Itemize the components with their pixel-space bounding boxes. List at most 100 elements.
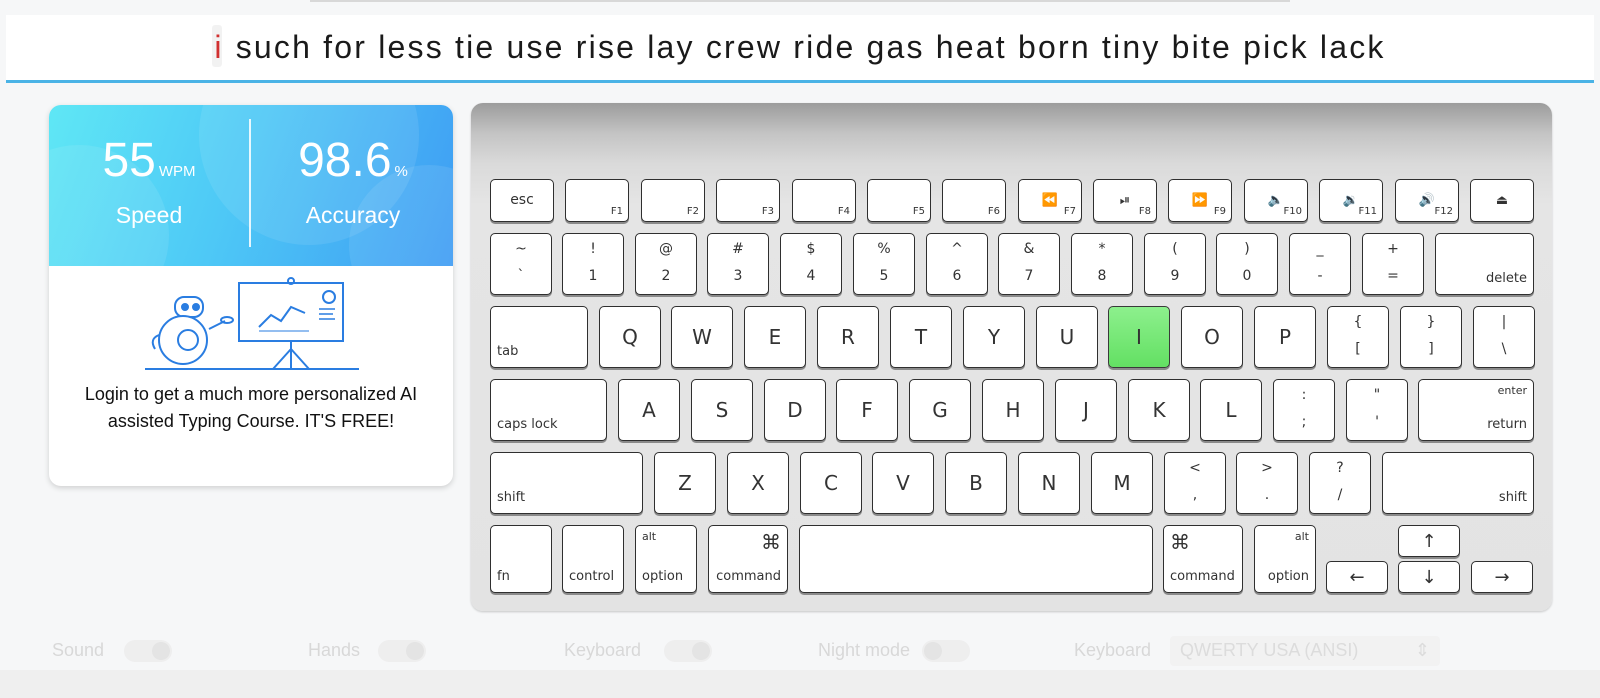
key-option[interactable]: option alt [635, 525, 697, 593]
hands-label: Hands [308, 640, 361, 660]
key-command[interactable]: command ⌘ [1163, 525, 1243, 593]
key-q[interactable]: Q [599, 306, 661, 368]
key-return[interactable]: return enter [1418, 379, 1534, 441]
key-v[interactable]: V [872, 452, 934, 514]
key-fn[interactable]: fn [490, 525, 552, 593]
speed-unit: WPM [158, 163, 196, 180]
key-base-label: , [1192, 487, 1198, 503]
key-c[interactable]: C [800, 452, 862, 514]
key-9[interactable]: (9 [1144, 233, 1206, 295]
key-base-label: \ [1501, 341, 1507, 357]
key-symbol[interactable]: ~ ` [490, 233, 552, 295]
key-t[interactable]: T [890, 306, 952, 368]
key-w[interactable]: W [671, 306, 733, 368]
key-tab[interactable]: tab [490, 306, 588, 368]
key-2[interactable]: @2 [635, 233, 697, 295]
key-shift-label: @ [659, 241, 673, 257]
key-caps-lock[interactable]: caps lock [490, 379, 607, 441]
key-icon: 🔈 [1267, 193, 1285, 208]
key-1[interactable]: ! 1 [562, 233, 624, 295]
typing-text-bar[interactable]: i such for less tie use rise lay crew ri… [6, 15, 1594, 83]
key-shift[interactable]: shift [490, 452, 643, 514]
key-f2[interactable]: F2 [641, 179, 705, 222]
key-s[interactable]: S [691, 379, 753, 441]
key-f5[interactable]: F5 [867, 179, 931, 222]
key-f3[interactable]: F3 [716, 179, 780, 222]
key-f4[interactable]: F4 [792, 179, 856, 222]
key-i[interactable]: I [1108, 306, 1170, 368]
key-symbol[interactable]: " ' [1346, 379, 1408, 441]
key-base-label: 6 [952, 268, 962, 284]
key-z[interactable]: Z [654, 452, 716, 514]
key-label: caps lock [497, 417, 558, 432]
key-h[interactable]: H [982, 379, 1044, 441]
key-icon: ⏪ [1041, 193, 1059, 208]
key-7[interactable]: & 7 [998, 233, 1060, 295]
key-control[interactable]: control [562, 525, 624, 593]
key-k[interactable]: K [1128, 379, 1190, 441]
key-label: O [1204, 325, 1220, 349]
night-mode-toggle[interactable] [922, 640, 970, 662]
key-shift-label: _ [1316, 241, 1324, 257]
key-b[interactable]: B [945, 452, 1007, 514]
key-u[interactable]: U [1036, 306, 1098, 368]
key-option[interactable]: option alt [1254, 525, 1316, 593]
key-y[interactable]: Y [963, 306, 1025, 368]
key-f11[interactable]: F11 🔉 [1319, 179, 1383, 222]
key-symbol[interactable]: <, [1164, 452, 1226, 514]
key-symbol[interactable]: {[ [1327, 306, 1389, 368]
key-f8[interactable]: F8 ⏯ [1093, 179, 1157, 222]
key-0[interactable]: ) 0 [1216, 233, 1278, 295]
key-e[interactable]: E [744, 306, 806, 368]
keyboard-toggle[interactable] [664, 640, 712, 662]
key-8[interactable]: * 8 [1071, 233, 1133, 295]
key-n[interactable]: N [1018, 452, 1080, 514]
key-f7[interactable]: F7 ⏪ [1018, 179, 1082, 222]
key-f1[interactable]: F1 [565, 179, 629, 222]
key-symbol[interactable]: _ - [1289, 233, 1351, 295]
key-g[interactable]: G [909, 379, 971, 441]
key-5[interactable]: % 5 [853, 233, 915, 295]
key-shift-label: { [1353, 314, 1363, 330]
key-symbol[interactable]: ↑ [1398, 525, 1460, 557]
key-a[interactable]: A [618, 379, 680, 441]
key-symbol[interactable]: ⏏ [1470, 179, 1534, 222]
key-symbol[interactable]: | \ [1473, 306, 1535, 368]
key-shift[interactable]: shift [1382, 452, 1534, 514]
key-x[interactable]: X [727, 452, 789, 514]
login-promo-text[interactable]: Login to get a much more personalized AI… [69, 381, 433, 435]
key-d[interactable]: D [764, 379, 826, 441]
key-esc[interactable]: esc [490, 179, 554, 222]
key-blank[interactable] [799, 525, 1153, 593]
keyboard-layout-select[interactable]: QWERTY USA (ANSI) ⇕ [1170, 636, 1440, 666]
sound-toggle[interactable] [124, 640, 172, 662]
key-symbol[interactable]: → [1471, 561, 1533, 593]
key-p[interactable]: P [1254, 306, 1316, 368]
hands-toggle[interactable] [378, 640, 426, 662]
key-j[interactable]: J [1055, 379, 1117, 441]
key-f9[interactable]: F9 ⏩ [1168, 179, 1232, 222]
key-command[interactable]: command ⌘ [708, 525, 788, 593]
key-3[interactable]: #3 [707, 233, 769, 295]
key-symbol[interactable]: ? / [1309, 452, 1371, 514]
key-o[interactable]: O [1181, 306, 1243, 368]
key-symbol[interactable]: }] [1400, 306, 1462, 368]
key-symbol[interactable]: >. [1236, 452, 1298, 514]
key-m[interactable]: M [1091, 452, 1153, 514]
key-f10[interactable]: F10 🔈 [1244, 179, 1308, 222]
key-delete[interactable]: delete [1435, 233, 1534, 295]
key-symbol[interactable]: ↓ [1398, 561, 1460, 593]
key-symbol[interactable]: ← [1326, 561, 1388, 593]
key-base-label: / [1337, 487, 1343, 503]
key-6[interactable]: ^ 6 [926, 233, 988, 295]
key-label: Y [987, 325, 1001, 349]
key-f12[interactable]: F12 🔊 [1395, 179, 1459, 222]
key-f[interactable]: F [836, 379, 898, 441]
key-f6[interactable]: F6 [942, 179, 1006, 222]
key-shift-label: ! [590, 241, 596, 257]
key-l[interactable]: L [1200, 379, 1262, 441]
key-symbol[interactable]: + = [1362, 233, 1424, 295]
key-4[interactable]: $4 [780, 233, 842, 295]
key-r[interactable]: R [817, 306, 879, 368]
key-symbol[interactable]: :; [1273, 379, 1335, 441]
